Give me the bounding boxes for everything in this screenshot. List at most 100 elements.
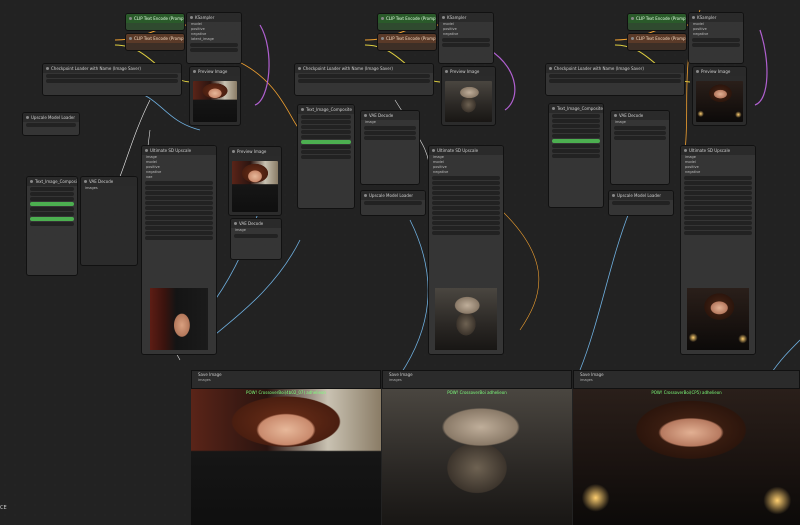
widget[interactable]	[552, 149, 600, 153]
widget[interactable]	[432, 176, 500, 180]
widget[interactable]	[684, 181, 752, 185]
widget[interactable]	[145, 236, 213, 240]
port-images[interactable]: images	[383, 378, 571, 382]
model-name-widget[interactable]	[26, 123, 76, 127]
seed-widget[interactable]	[442, 38, 490, 42]
widget[interactable]	[552, 119, 600, 123]
widget[interactable]	[145, 231, 213, 235]
port-negative[interactable]: negative	[439, 32, 493, 37]
widget[interactable]	[30, 187, 74, 191]
model-name-widget[interactable]	[612, 201, 670, 205]
preview-image-node[interactable]: Preview Image	[692, 66, 747, 126]
save-image-node-2[interactable]: Save Image images	[382, 370, 572, 389]
widget[interactable]	[301, 145, 351, 149]
ckpt-name-widget[interactable]	[46, 74, 178, 78]
ckpt-name-widget[interactable]	[549, 74, 681, 78]
checkpoint-loader-node[interactable]: Checkpoint Loader with Name (Image Saver…	[42, 63, 182, 96]
ksampler-node[interactable]: KSampler model positive negative	[688, 12, 744, 64]
text-image-composite-node[interactable]: Text_Image_Composite	[297, 104, 355, 209]
widget[interactable]	[552, 114, 600, 118]
clip-text-encode-negative-node[interactable]: CLIP Text Encode (Prompt)	[377, 33, 437, 51]
widget[interactable]	[145, 181, 213, 185]
widget[interactable]	[432, 186, 500, 190]
clip-text-encode-positive-node[interactable]: CLIP Text Encode (Prompt)	[627, 13, 687, 31]
widget[interactable]	[145, 206, 213, 210]
checkpoint-loader-node[interactable]: Checkpoint Loader with Name (Image Saver…	[294, 63, 434, 96]
widget[interactable]	[432, 191, 500, 195]
widget[interactable]	[432, 221, 500, 225]
widget[interactable]	[364, 136, 416, 140]
widget[interactable]	[30, 197, 74, 201]
widget[interactable]	[301, 135, 351, 139]
widget[interactable]	[684, 206, 752, 210]
widget[interactable]	[432, 211, 500, 215]
preview-image-node[interactable]: Preview Image	[441, 66, 496, 126]
port-image[interactable]: image	[231, 228, 281, 233]
port-image[interactable]: image	[611, 120, 669, 125]
ultimate-sd-upscale-node[interactable]: Ultimate SD Upscale image model positive…	[680, 145, 756, 355]
widget[interactable]	[432, 181, 500, 185]
ultimate-sd-upscale-node[interactable]: Ultimate SD Upscale image model positive…	[428, 145, 504, 355]
ksampler-node[interactable]: KSampler model positive negative	[438, 12, 494, 64]
split-image-node[interactable]: VAE Decode image	[360, 110, 420, 185]
widget[interactable]	[145, 216, 213, 220]
ckpt-vae-widget[interactable]	[549, 79, 681, 83]
widget[interactable]	[145, 201, 213, 205]
widget[interactable]	[432, 226, 500, 230]
port-negative[interactable]: negative	[429, 170, 503, 175]
widget[interactable]	[552, 129, 600, 133]
checkpoint-loader-node[interactable]: Checkpoint Loader with Name (Image Saver…	[545, 63, 685, 96]
split-image-node[interactable]: VAE Decode image	[610, 110, 670, 185]
widget[interactable]	[684, 226, 752, 230]
clip-text-encode-positive-node[interactable]: CLIP Text Encode (Prompt)	[377, 13, 437, 31]
widget[interactable]	[432, 216, 500, 220]
port-negative[interactable]: negative	[681, 170, 755, 175]
ckpt-vae-widget[interactable]	[298, 79, 430, 83]
node-graph-canvas[interactable]: CLIP Text Encode (Prompt) CLIP Text Enco…	[0, 0, 800, 525]
widget[interactable]	[301, 115, 351, 119]
widget[interactable]	[684, 231, 752, 235]
toggle-widget[interactable]	[30, 202, 74, 206]
upscale-model-loader-node[interactable]: Upscale Model Loader	[22, 112, 80, 136]
seed-widget[interactable]	[190, 43, 238, 47]
port-negative[interactable]: negative	[689, 32, 743, 37]
port-images[interactable]: images	[574, 378, 799, 382]
ksampler-node[interactable]: KSampler model positive negative latent_…	[186, 12, 242, 64]
steps-widget[interactable]	[190, 48, 238, 52]
steps-widget[interactable]	[442, 43, 490, 47]
split-image-node[interactable]: VAE Decode images	[80, 176, 138, 266]
port-latent[interactable]: latent_image	[187, 37, 241, 42]
widget[interactable]	[145, 221, 213, 225]
save-image-node-1[interactable]: Save Image images	[191, 370, 381, 389]
widget[interactable]	[30, 222, 74, 226]
widget[interactable]	[552, 144, 600, 148]
widget[interactable]	[432, 206, 500, 210]
port-vae[interactable]: vae	[142, 175, 216, 180]
upscale-model-loader-node[interactable]: Upscale Model Loader	[608, 190, 674, 216]
ckpt-name-widget[interactable]	[298, 74, 430, 78]
widget[interactable]	[301, 120, 351, 124]
upscale-model-loader-node[interactable]: Upscale Model Loader	[360, 190, 426, 216]
widget[interactable]	[684, 176, 752, 180]
seed-widget[interactable]	[692, 38, 740, 42]
port-image[interactable]: image	[361, 120, 419, 125]
widget[interactable]	[684, 211, 752, 215]
widget[interactable]	[684, 201, 752, 205]
widget[interactable]	[364, 131, 416, 135]
widget[interactable]	[684, 191, 752, 195]
toggle-widget[interactable]	[552, 139, 600, 143]
widget[interactable]	[432, 231, 500, 235]
widget[interactable]	[552, 154, 600, 158]
widget[interactable]	[684, 216, 752, 220]
widget[interactable]	[432, 201, 500, 205]
widget[interactable]	[145, 191, 213, 195]
port-images[interactable]: images	[81, 186, 137, 191]
clip-text-encode-negative-node[interactable]: CLIP Text Encode (Prompt)	[627, 33, 687, 51]
image-comparer-node[interactable]: VAE Decode image	[230, 218, 282, 260]
steps-widget[interactable]	[692, 43, 740, 47]
widget[interactable]	[301, 155, 351, 159]
toggle-widget[interactable]	[301, 140, 351, 144]
widget[interactable]	[30, 207, 74, 211]
widget[interactable]	[145, 211, 213, 215]
widget[interactable]	[684, 186, 752, 190]
